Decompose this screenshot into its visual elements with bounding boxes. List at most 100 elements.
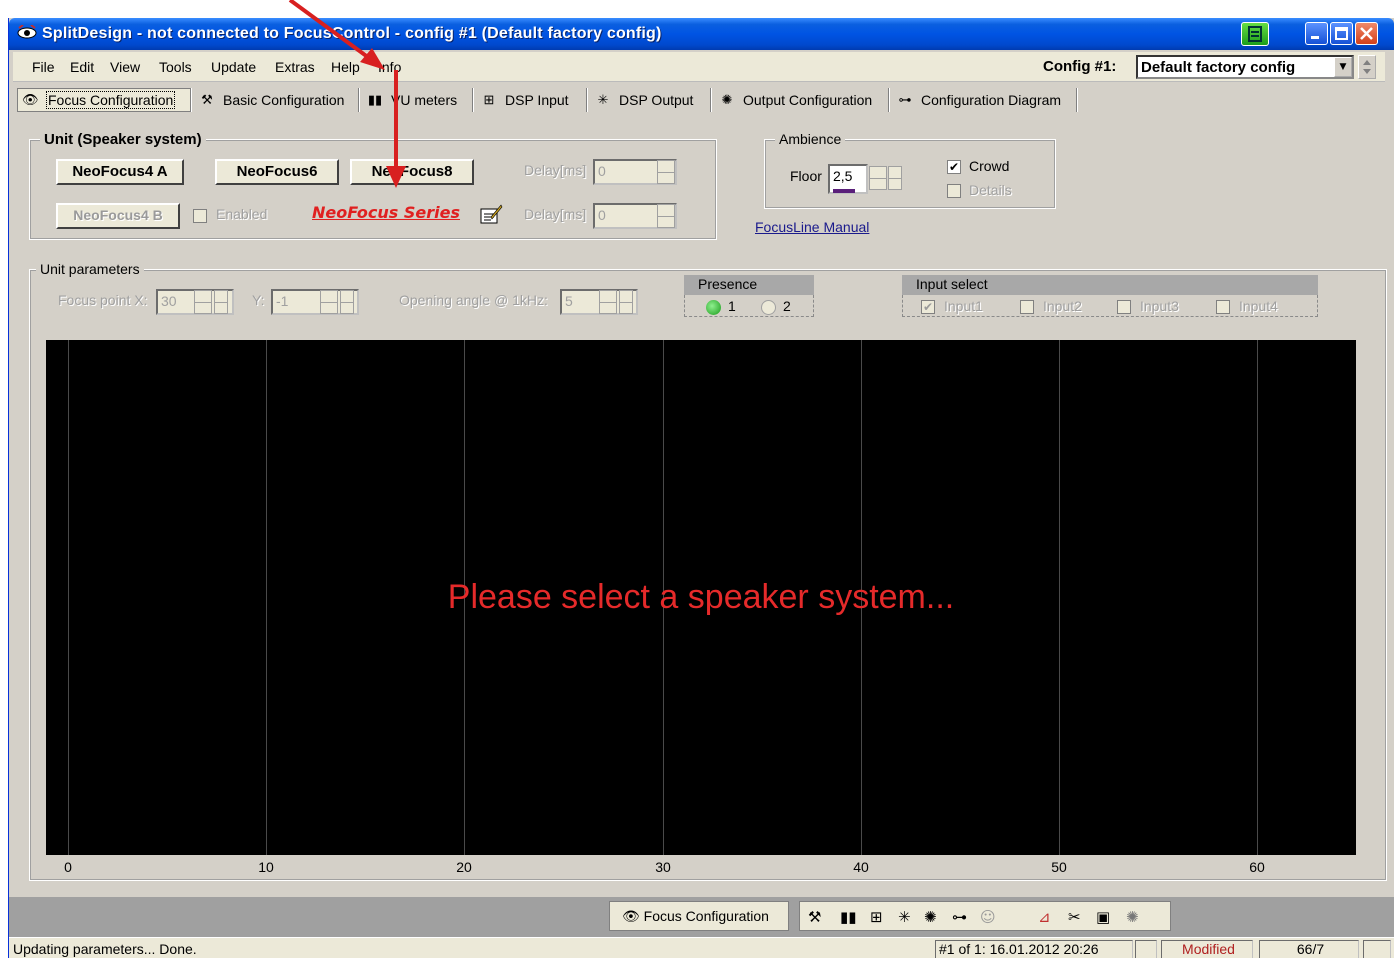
tab-label: Output Configuration [743, 92, 873, 108]
tab-dsp-output[interactable]: ✳ DSP Output [591, 88, 711, 112]
menu-tools[interactable]: Tools [159, 59, 192, 75]
ambience-title: Ambience [775, 131, 846, 147]
wrench-icon[interactable]: ✂ [1068, 908, 1081, 926]
diagram-icon[interactable]: ⊶ [952, 908, 967, 926]
details-checkbox[interactable] [947, 184, 961, 198]
graph-icon[interactable]: ⊿ [1038, 908, 1051, 926]
input1-checkbox[interactable]: ✔ [921, 300, 935, 314]
unit-speaker-group: Unit (Speaker system) NeoFocus4 A NeoFoc… [29, 131, 717, 240]
tab-label: Basic Configuration [223, 92, 345, 108]
connection-status-icon [1363, 940, 1391, 958]
eye-app-icon [17, 25, 37, 39]
x-tick-label: 20 [456, 859, 472, 875]
menu-file[interactable]: File [32, 59, 55, 75]
opening-angle-spinner[interactable] [599, 290, 617, 314]
focus-x-dropdown[interactable] [214, 290, 228, 314]
tab-dsp-input[interactable]: ⊞ DSP Input [477, 88, 587, 112]
dsp-input-icon: ⊞ [483, 92, 495, 107]
ambience-group: Ambience Floor 2,5 ✔ Crowd Details [764, 131, 1056, 209]
neofocus-series-link[interactable]: NeoFocus Series [312, 203, 460, 222]
minimize-button[interactable] [1305, 22, 1328, 45]
modified-cell: Modified [1161, 940, 1253, 958]
tab-output-configuration[interactable]: ✺ Output Configuration [715, 88, 889, 112]
x-tick-label: 10 [258, 859, 274, 875]
opening-angle-dropdown[interactable] [619, 290, 633, 314]
bottom-tab-focus-configuration[interactable]: 👁 Focus Configuration [609, 901, 789, 931]
gear-icon[interactable]: ✺ [924, 908, 937, 926]
enabled-checkbox[interactable] [193, 209, 207, 223]
print-icon[interactable] [1241, 22, 1269, 46]
y-spinner[interactable] [320, 290, 338, 314]
sun-icon[interactable]: ✺ [1126, 908, 1139, 926]
config-select-value: Default factory config [1141, 59, 1296, 76]
config-info-cell: #1 of 1: 16.01.2012 20:26 [935, 940, 1133, 958]
opening-angle-label: Opening angle @ 1kHz: [399, 292, 548, 308]
input1-label: Input1 [944, 298, 983, 314]
menu-extras[interactable]: Extras [275, 59, 315, 75]
tab-label: Focus Configuration [46, 91, 176, 109]
neofocus4b-button[interactable]: NeoFocus4 B [56, 203, 180, 229]
close-button[interactable] [1355, 22, 1378, 45]
neofocus8-button[interactable]: NeoFocus8 [350, 159, 474, 185]
dropdown-arrow-icon[interactable]: ▼ [1334, 57, 1352, 77]
delay-label-1: Delay[ms] [524, 162, 587, 178]
floor-indicator [833, 189, 855, 193]
presence-radio-1[interactable] [706, 300, 721, 315]
focusline-manual-link[interactable]: FocusLine Manual [755, 219, 869, 235]
floor-spinner[interactable] [869, 166, 887, 190]
eye-icon: 👁 [22, 92, 39, 107]
title-bar[interactable]: SplitDesign - not connected to FocusCont… [9, 18, 1394, 50]
status-message: Updating parameters... Done. [13, 941, 197, 957]
input2-label: Input2 [1043, 298, 1082, 314]
menu-update[interactable]: Update [211, 59, 256, 75]
dsp-input-icon[interactable]: ⊞ [870, 908, 883, 926]
status-spinner[interactable] [1135, 940, 1157, 958]
floor-dropdown[interactable] [888, 166, 902, 190]
input2-checkbox[interactable] [1020, 300, 1034, 314]
focus-x-spinner[interactable] [194, 290, 212, 314]
cat-icon[interactable]: ☺ [980, 908, 996, 926]
x-tick-label: 40 [853, 859, 869, 875]
neofocus4a-button[interactable]: NeoFocus4 A [56, 159, 184, 185]
maximize-button[interactable] [1330, 22, 1353, 45]
x-tick-label: 50 [1051, 859, 1067, 875]
app-window: SplitDesign - not connected to FocusCont… [8, 18, 1394, 958]
config-spinner[interactable] [1358, 55, 1376, 79]
hammer-icon[interactable]: ⚒ [808, 908, 821, 926]
neofocus6-button[interactable]: NeoFocus6 [215, 159, 339, 185]
tab-vu-meters[interactable]: ▮▮ VU meters [363, 88, 473, 112]
config-select[interactable]: Default factory config ▼ [1136, 55, 1354, 79]
edit-notepad-icon[interactable] [479, 203, 503, 225]
presence-label-1: 1 [728, 298, 736, 314]
tab-configuration-diagram[interactable]: ⊶ Configuration Diagram [893, 88, 1077, 112]
enabled-label: Enabled [216, 206, 268, 222]
camera-icon[interactable]: ▣ [1096, 908, 1110, 926]
bottom-toolbar: 👁 Focus Configuration ⚒ ▮▮ ⊞ ✳ ✺ ⊶ ☺ ⊿ ✂… [9, 897, 1394, 937]
menu-help[interactable]: Help [331, 59, 360, 75]
input3-checkbox[interactable] [1117, 300, 1131, 314]
focus-plot-area[interactable]: Please select a speaker system... [46, 340, 1356, 855]
config-label: Config #1: [1043, 58, 1117, 75]
tab-basic-configuration[interactable]: ⚒ Basic Configuration [195, 88, 359, 112]
input-select-header: Input select [902, 275, 1318, 295]
crowd-checkbox[interactable]: ✔ [947, 160, 961, 174]
delay-spinner-2[interactable] [657, 204, 675, 228]
menu-view[interactable]: View [110, 59, 140, 75]
tab-bar: 👁 Focus Configuration ⚒ Basic Configurat… [13, 84, 1385, 114]
menu-edit[interactable]: Edit [70, 59, 94, 75]
menu-info[interactable]: Info [378, 59, 401, 75]
presence-radio-2[interactable] [761, 300, 776, 315]
y-dropdown[interactable] [340, 290, 354, 314]
desktop-background [0, 0, 1394, 20]
x-tick-label: 30 [655, 859, 671, 875]
dsp-output-icon[interactable]: ✳ [898, 908, 911, 926]
select-speaker-message: Please select a speaker system... [447, 578, 955, 616]
delay-spinner-1[interactable] [657, 160, 675, 184]
tab-label: DSP Output [619, 92, 694, 108]
tab-label: VU meters [391, 92, 458, 108]
bottom-icon-strip: ⚒ ▮▮ ⊞ ✳ ✺ ⊶ ☺ ⊿ ✂ ▣ ✺ [799, 901, 1171, 931]
input4-checkbox[interactable] [1216, 300, 1230, 314]
focus-x-label: Focus point X: [58, 292, 148, 308]
vu-meter-icon[interactable]: ▮▮ [840, 908, 857, 926]
tab-focus-configuration[interactable]: 👁 Focus Configuration [17, 88, 191, 112]
